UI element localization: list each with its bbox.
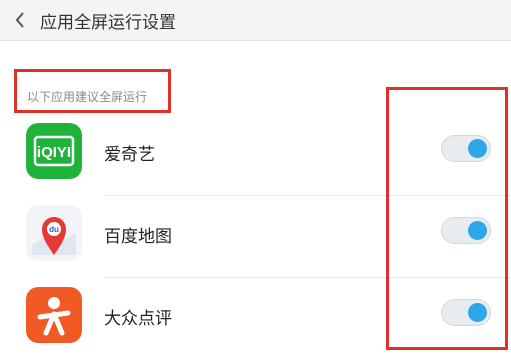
toggle-knob: [468, 303, 487, 322]
back-button[interactable]: [0, 0, 40, 40]
iqiyi-icon: iQIYI: [26, 123, 82, 179]
app-name: 百度地图: [104, 227, 172, 247]
page-title: 应用全屏运行设置: [40, 12, 176, 33]
chevron-left-icon: [15, 12, 24, 28]
title-bar: 应用全屏运行设置: [0, 0, 511, 41]
svg-text:iQIYI: iQIYI: [37, 144, 71, 161]
list-item-baidu-map: du 百度地图: [0, 192, 511, 278]
toggle-knob: [468, 221, 487, 240]
app-name: 大众点评: [104, 309, 172, 329]
fullscreen-toggle[interactable]: [441, 299, 491, 326]
baidu-map-icon: du: [26, 205, 82, 261]
fullscreen-toggle[interactable]: [441, 217, 491, 244]
svg-text:du: du: [49, 225, 59, 234]
list-item-iqiyi: iQIYI 爱奇艺: [0, 110, 511, 196]
toggle-knob: [468, 139, 487, 158]
dianping-icon: [26, 287, 82, 343]
app-name: 爱奇艺: [104, 145, 155, 165]
section-label: 以下应用建议全屏运行: [27, 90, 148, 104]
list-item-dianping: 大众点评: [0, 274, 511, 360]
fullscreen-toggle[interactable]: [441, 135, 491, 162]
